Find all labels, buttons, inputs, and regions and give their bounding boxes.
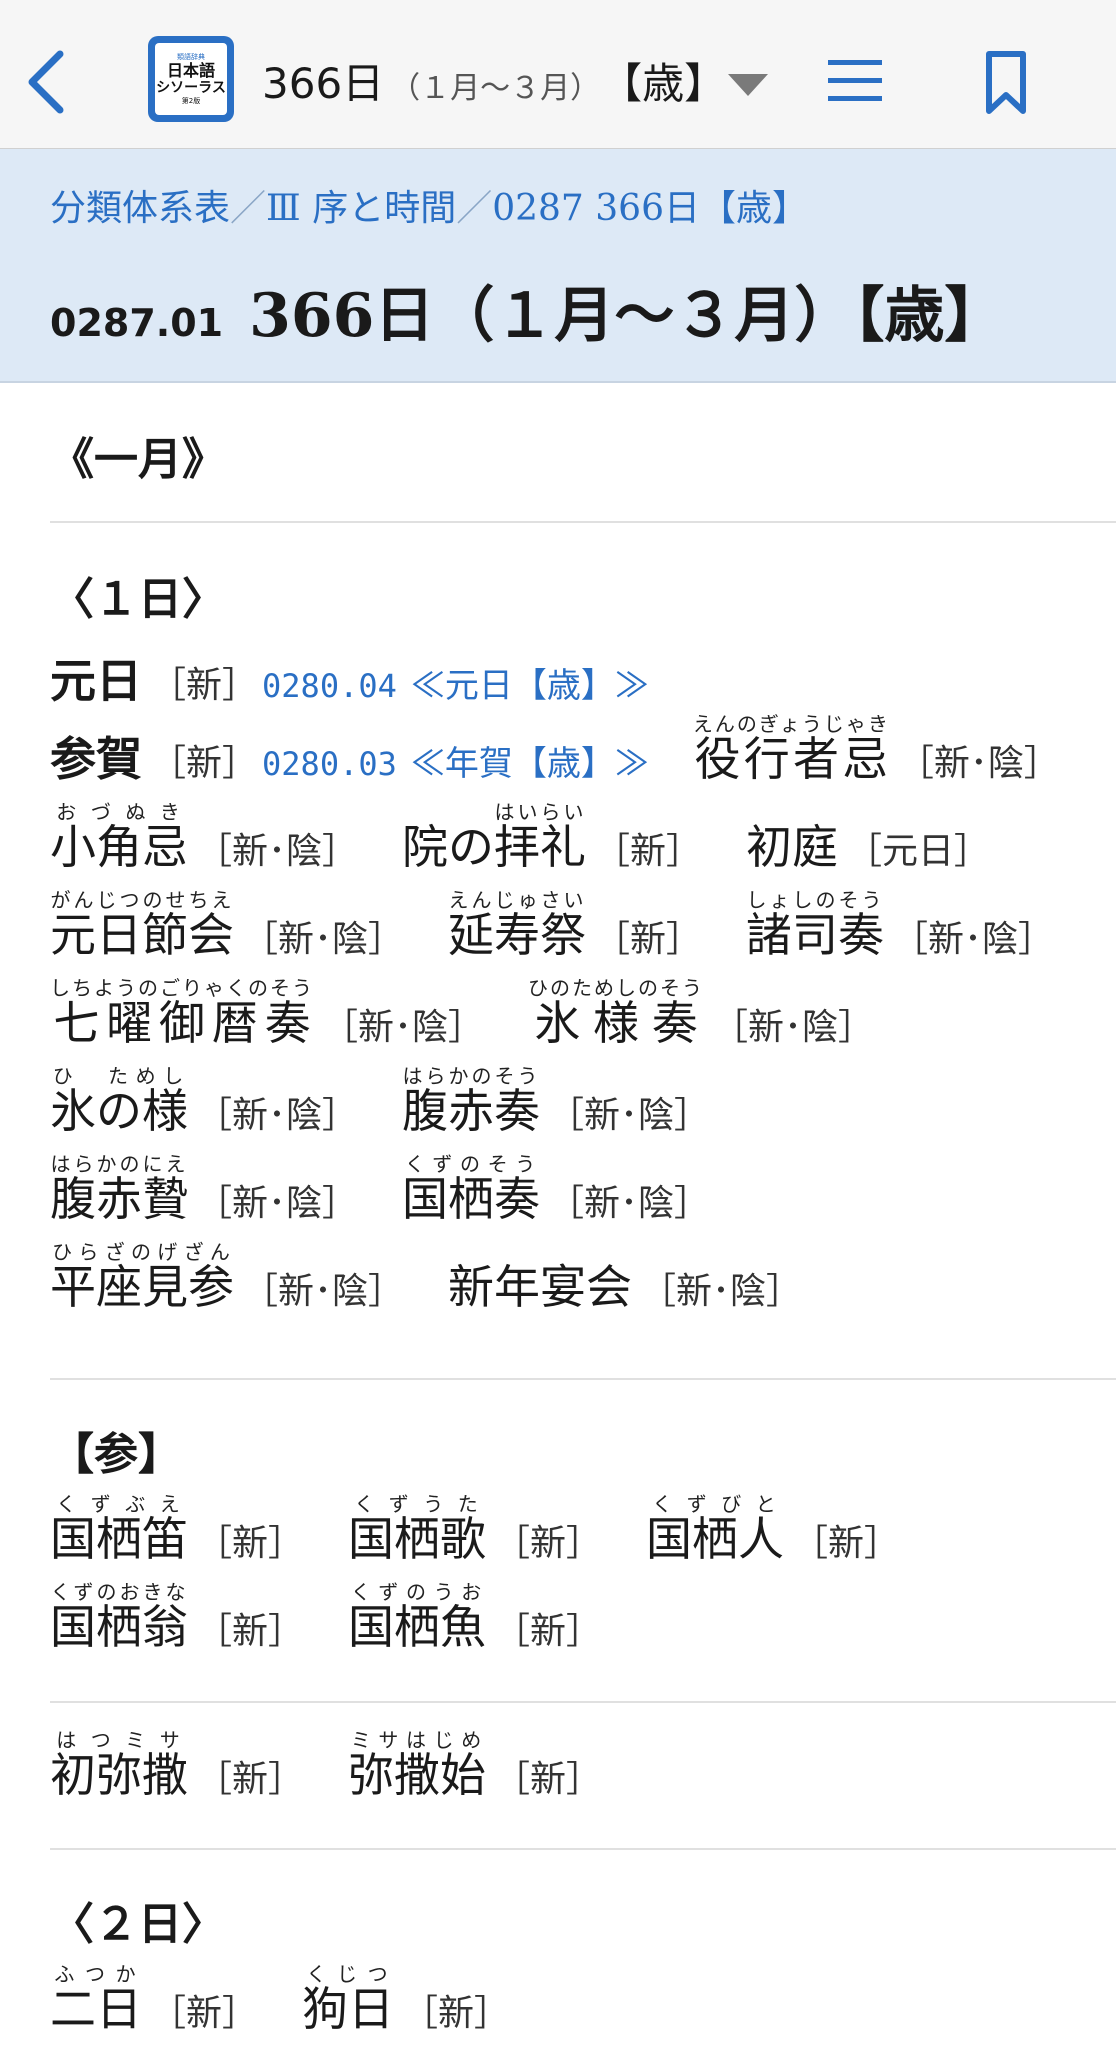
crossref-link-code[interactable]: 0280.04: [262, 667, 397, 705]
divider: [50, 1848, 1116, 1850]
page-heading: 0287.01 366日（１月～３月）【歳】: [50, 267, 1004, 354]
entry-hatsumisa[interactable]: 初弥撒はつミサ ［新］: [50, 1728, 304, 1805]
entry-enjusai[interactable]: 延寿祭えんじゅさい ［新］: [448, 888, 702, 965]
entry-line: 初弥撒はつミサ ［新］ 弥撒始ミサはじめ ［新］: [50, 1728, 646, 1805]
entry-hatsuniwa[interactable]: 初庭 ［元日］: [746, 811, 990, 877]
entry-kuzunosou[interactable]: 国栖奏くずのそう ［新･陰］: [402, 1152, 710, 1229]
page-title-selector[interactable]: 366日 （１月～３月） 【歳】: [262, 50, 726, 114]
dictionary-app-icon[interactable]: 類語辞典 日本語 シソーラス 第2版: [148, 36, 234, 122]
entry-harakanosou[interactable]: 腹赤奏はらかのそう ［新･陰］: [402, 1064, 710, 1141]
section-january: 《一月》: [50, 434, 226, 485]
entry-line: 七曜御暦奏しちようのごりゃくのそう ［新･陰］ 氷様奏ひのためしのそう ［新･陰…: [50, 976, 918, 1053]
crossref-link-title[interactable]: ≪元日【歳】≫: [411, 658, 649, 707]
divider: [50, 1378, 1116, 1380]
divider: [50, 521, 1116, 523]
entry-kuzunouo[interactable]: 国栖魚くずのうお ［新］: [348, 1580, 602, 1657]
entry-ennogyoujaki[interactable]: 役行者忌えんのぎょうじゃき ［新･陰］: [693, 712, 1060, 789]
crossref-link-title[interactable]: ≪年賀【歳】≫: [411, 736, 649, 785]
entry-ozunuki[interactable]: 小角忌おづぬき ［新･陰］: [50, 800, 358, 877]
entry-ganjitsu: 元日 ［新］ 0280.04 ≪元日【歳】≫: [50, 654, 649, 708]
breadcrumb: 分類体系表／Ⅲ 序と時間／0287 366日【歳】: [50, 188, 808, 229]
entry-kuzunookina[interactable]: 国栖翁くずのおきな ［新］: [50, 1580, 304, 1657]
entry-shichiyou[interactable]: 七曜御暦奏しちようのごりゃくのそう ［新･陰］: [50, 976, 484, 1053]
entry-shinnenenkai[interactable]: 新年宴会 ［新･陰］: [448, 1251, 802, 1317]
title-sub: （１月～３月）: [390, 71, 601, 106]
back-arrow-icon[interactable]: [22, 48, 72, 116]
entry-harakanonie[interactable]: 腹赤贄はらかのにえ ［新･陰］: [50, 1152, 358, 1229]
entry-kujitsu[interactable]: 狗日くじつ ［新］: [302, 1962, 510, 2039]
entry-futsuka[interactable]: 二日ふつか ［新］: [50, 1962, 258, 2039]
entry-innohairai[interactable]: 院の 拝礼はいらい ［新］: [402, 800, 702, 877]
entry-line: 国栖翁くずのおきな ［新］ 国栖魚くずのうお ［新］: [50, 1580, 646, 1657]
entry-hinotameshi[interactable]: 氷の様ひ ためし ［新･陰］: [50, 1064, 358, 1141]
section-reference: 【参】: [50, 1429, 182, 1480]
category-code: 0287.01: [50, 301, 224, 345]
entry-hirazanogezan[interactable]: 平座見参ひらざのげざん ［新･陰］: [50, 1240, 404, 1317]
dropdown-triangle-icon[interactable]: [726, 72, 770, 98]
crossref-link-code[interactable]: 0280.03: [262, 745, 397, 783]
entry-line: 氷の様ひ ためし ［新･陰］ 腹赤奏はらかのそう ［新･陰］: [50, 1064, 754, 1141]
entry-misahajime[interactable]: 弥撒始ミサはじめ ［新］: [348, 1728, 602, 1805]
section-day-2: 〈２日〉: [50, 1899, 226, 1950]
entry-sanga: 参賀 ［新］ 0280.03 ≪年賀【歳】≫: [50, 732, 649, 786]
entry-line: 二日ふつか ［新］ 狗日くじつ ［新］: [50, 1962, 554, 2039]
top-navigation-bar: 類語辞典 日本語 シソーラス 第2版 366日 （１月～３月） 【歳】: [0, 0, 1116, 149]
entry-line: 国栖笛くずぶえ ［新］ 国栖歌くずうた ［新］ 国栖人くずびと ［新］: [50, 1492, 944, 1569]
entry-kuzubito[interactable]: 国栖人くずびと ［新］: [646, 1492, 900, 1569]
breadcrumb-item-order-time[interactable]: Ⅲ 序と時間: [266, 188, 456, 229]
entry-kuzubue[interactable]: 国栖笛くずぶえ ［新］: [50, 1492, 304, 1569]
entry-line: 腹赤贄はらかのにえ ［新･陰］ 国栖奏くずのそう ［新･陰］: [50, 1152, 754, 1229]
entry-line: 参賀 ［新］ 0280.03 ≪年賀【歳】≫ 役行者忌えんのぎょうじゃき ［新･…: [50, 712, 1104, 789]
divider: [50, 1701, 1116, 1703]
entry-hinotameshinosou[interactable]: 氷様奏ひのためしのそう ［新･陰］: [528, 976, 874, 1053]
category-header: 分類体系表／Ⅲ 序と時間／0287 366日【歳】 0287.01 366日（１…: [0, 149, 1116, 383]
entry-line: 小角忌おづぬき ［新･陰］ 院の 拝礼はいらい ［新］ 初庭 ［元日］: [50, 800, 1034, 877]
title-main: 366日: [262, 59, 385, 108]
entry-kuzuuta[interactable]: 国栖歌くずうた ［新］: [348, 1492, 602, 1569]
menu-icon[interactable]: [826, 58, 884, 104]
title-bracket: 【歳】: [600, 59, 727, 108]
section-day-1: 〈１日〉: [50, 574, 226, 625]
bookmark-icon[interactable]: [984, 50, 1028, 116]
entry-line: 元日 ［新］ 0280.04 ≪元日【歳】≫: [50, 645, 693, 711]
entry-ganjitsunosechie[interactable]: 元日節会がんじつのせちえ ［新･陰］: [50, 888, 404, 965]
entry-line: 元日節会がんじつのせちえ ［新･陰］ 延寿祭えんじゅさい ［新］ 諸司奏しょしの…: [50, 888, 1098, 965]
entry-line: 平座見参ひらざのげざん ［新･陰］ 新年宴会 ［新･陰］: [50, 1240, 846, 1317]
entry-shoshinosou[interactable]: 諸司奏しょしのそう ［新･陰］: [746, 888, 1054, 965]
category-title: 366日（１月～３月）【歳】: [249, 281, 1005, 351]
breadcrumb-item-366days[interactable]: 0287 366日【歳】: [492, 188, 808, 229]
breadcrumb-item-classification[interactable]: 分類体系表: [50, 188, 230, 229]
